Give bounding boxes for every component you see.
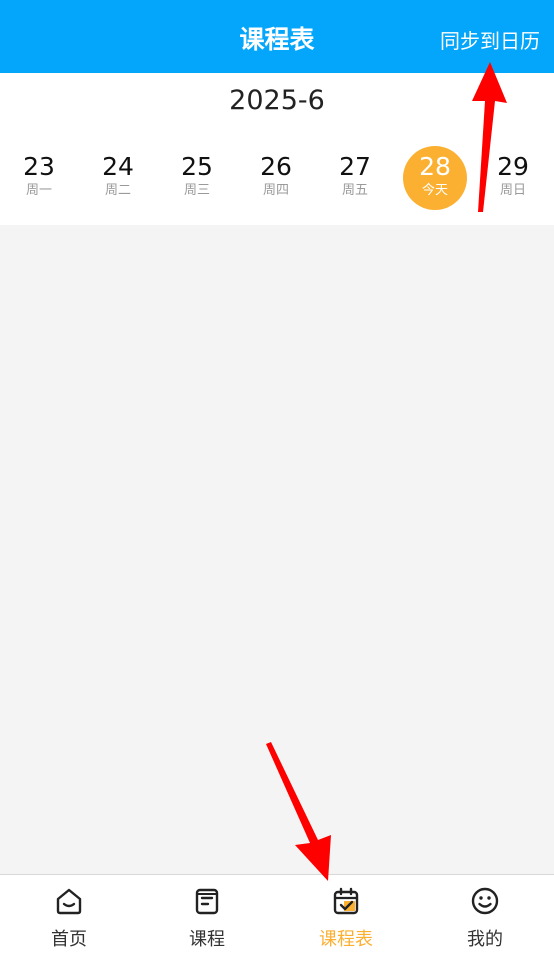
day-item-today[interactable]: 28 今天 — [403, 146, 467, 210]
day-item[interactable]: 25 周三 — [164, 148, 230, 212]
tab-label: 我的 — [467, 929, 503, 950]
day-weekday: 周五 — [341, 183, 368, 198]
schedule-content-area — [0, 225, 554, 874]
day-item[interactable]: 26 周四 — [243, 148, 309, 212]
schedule-screen: 课程表 同步到日历 2025-6 23 周一 24 周二 25 周三 26 周四… — [0, 0, 554, 956]
day-weekday: 周四 — [262, 183, 289, 198]
day-weekday: 周二 — [104, 183, 131, 198]
smiley-face-icon — [471, 887, 499, 915]
day-weekday: 周日 — [499, 183, 526, 198]
tab-profile[interactable]: 我的 — [416, 875, 554, 956]
tab-home[interactable]: 首页 — [0, 875, 138, 956]
day-item[interactable]: 23 周一 — [6, 148, 72, 212]
tab-label: 首页 — [51, 929, 87, 950]
day-weekday: 周三 — [183, 183, 210, 198]
day-number: 25 — [181, 152, 213, 181]
tab-schedule[interactable]: 课程表 — [277, 875, 415, 956]
day-weekday: 周一 — [25, 183, 52, 198]
top-bar: 课程表 同步到日历 — [0, 0, 554, 73]
sync-to-calendar-button[interactable]: 同步到日历 — [440, 0, 540, 73]
bottom-tab-bar: 首页 课程 课程表 我的 — [0, 874, 554, 956]
day-number: 26 — [260, 152, 292, 181]
day-number: 24 — [102, 152, 134, 181]
calendar-check-icon — [333, 887, 359, 915]
day-number: 27 — [339, 152, 371, 181]
day-weekday: 今天 — [421, 183, 448, 198]
tab-label: 课程 — [189, 929, 225, 950]
tab-label: 课程表 — [319, 929, 373, 950]
week-date-strip: 2025-6 23 周一 24 周二 25 周三 26 周四 27 周五 28 … — [0, 73, 554, 225]
day-item[interactable]: 24 周二 — [85, 148, 151, 212]
current-month: 2025-6 — [229, 85, 325, 116]
day-number: 23 — [23, 152, 55, 181]
course-book-icon — [195, 888, 219, 915]
day-item[interactable]: 29 周日 — [480, 148, 546, 212]
home-icon — [56, 888, 82, 915]
day-number: 29 — [497, 152, 529, 181]
day-item[interactable]: 27 周五 — [322, 148, 388, 212]
day-number: 28 — [419, 152, 451, 181]
tab-courses[interactable]: 课程 — [138, 875, 276, 956]
week-days: 23 周一 24 周二 25 周三 26 周四 27 周五 28 今天 29 周… — [0, 146, 554, 212]
